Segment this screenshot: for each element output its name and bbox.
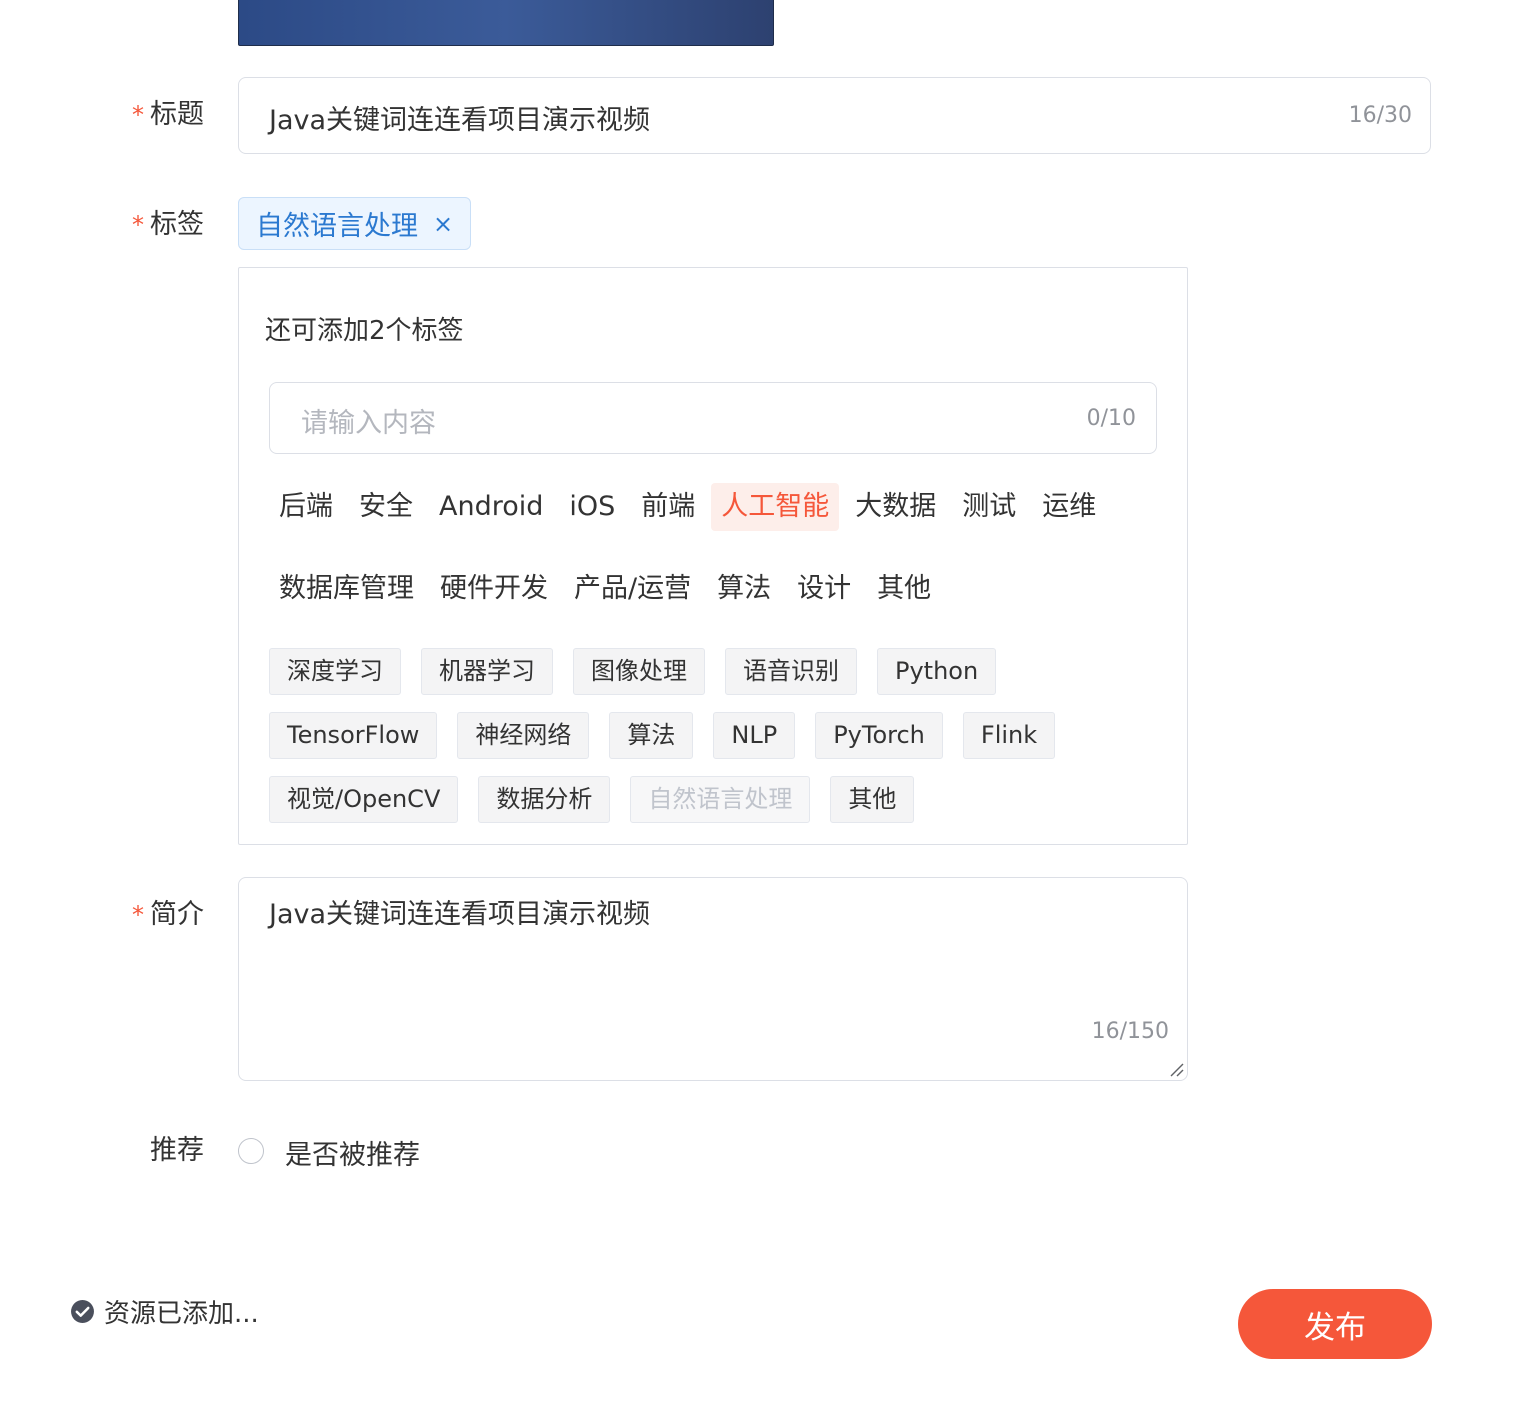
tag-input-counter: 0/10 — [1086, 406, 1136, 431]
title-label: * 标题 — [132, 97, 204, 133]
subtag-item[interactable]: 算法 — [609, 712, 694, 759]
close-icon[interactable]: × — [433, 210, 453, 238]
subtag-item[interactable]: TensorFlow — [269, 712, 438, 759]
category-big-data[interactable]: 大数据 — [845, 483, 946, 531]
category-backend[interactable]: 后端 — [269, 483, 343, 531]
subtag-item[interactable]: 其他 — [830, 776, 915, 823]
subtag-item[interactable]: Flink — [962, 712, 1056, 759]
tag-picker-panel: 还可添加2个标签 请输入内容 0/10 后端 安全 Android iOS 前端… — [238, 267, 1188, 845]
tag-search-placeholder: 请输入内容 — [301, 408, 436, 439]
category-hardware[interactable]: 硬件开发 — [430, 565, 558, 613]
recommend-label: 推荐 — [150, 1135, 204, 1166]
upload-status: 资源已添加... — [70, 1293, 259, 1330]
subtag-list: 深度学习 机器学习 图像处理 语音识别 Python TensorFlow 神经… — [269, 648, 1159, 823]
recommend-radio[interactable] — [238, 1138, 264, 1164]
upload-status-text: 资源已添加... — [104, 1299, 259, 1329]
subtag-item[interactable]: 数据分析 — [478, 776, 611, 823]
title-label-text: 标题 — [150, 99, 204, 130]
category-other[interactable]: 其他 — [867, 565, 941, 613]
tag-search-input[interactable]: 请输入内容 0/10 — [269, 382, 1157, 454]
tags-label-text: 标签 — [150, 209, 204, 240]
category-row-2: 数据库管理 硬件开发 产品/运营 算法 设计 其他 — [269, 565, 941, 613]
category-ai[interactable]: 人工智能 — [711, 483, 840, 531]
category-design[interactable]: 设计 — [787, 565, 861, 613]
description-textarea[interactable]: Java关键词连连看项目演示视频 16/150 — [238, 877, 1188, 1081]
check-circle-icon — [71, 1300, 94, 1323]
title-input[interactable]: Java关键词连连看项目演示视频 16/30 — [238, 77, 1431, 154]
required-mark: * — [132, 101, 144, 129]
selected-tag-chip: 自然语言处理 × — [238, 197, 471, 250]
publish-button[interactable]: 发布 — [1238, 1289, 1432, 1359]
description-value: Java关键词连连看项目演示视频 — [269, 899, 651, 930]
category-frontend[interactable]: 前端 — [631, 483, 705, 531]
video-thumbnail — [238, 0, 774, 46]
category-row-1: 后端 安全 Android iOS 前端 人工智能 大数据 测试 运维 — [269, 483, 1106, 531]
selected-tag-text: 自然语言处理 — [256, 211, 418, 242]
subtag-item[interactable]: 语音识别 — [725, 648, 857, 695]
subtag-item-disabled: 自然语言处理 — [630, 776, 811, 823]
category-ops[interactable]: 运维 — [1032, 483, 1106, 531]
title-input-value: Java关键词连连看项目演示视频 — [269, 105, 651, 136]
category-product[interactable]: 产品/运营 — [564, 565, 701, 613]
required-mark: * — [132, 901, 144, 929]
category-testing[interactable]: 测试 — [952, 483, 1026, 531]
subtag-item[interactable]: 机器学习 — [421, 648, 553, 695]
subtag-item[interactable]: 视觉/OpenCV — [269, 776, 459, 823]
tags-label: * 标签 — [132, 207, 204, 243]
subtag-item[interactable]: NLP — [713, 712, 796, 759]
category-android[interactable]: Android — [429, 483, 553, 531]
category-security[interactable]: 安全 — [349, 483, 423, 531]
category-ios[interactable]: iOS — [559, 483, 625, 531]
category-database[interactable]: 数据库管理 — [269, 565, 424, 613]
desc-label-text: 简介 — [150, 899, 204, 930]
description-char-counter: 16/150 — [1091, 1019, 1169, 1044]
subtag-item[interactable]: 神经网络 — [457, 712, 590, 759]
subtag-item[interactable]: 图像处理 — [573, 648, 705, 695]
recommend-option-label[interactable]: 是否被推荐 — [285, 1133, 420, 1172]
category-algorithm[interactable]: 算法 — [707, 565, 781, 613]
subtag-item[interactable]: 深度学习 — [269, 648, 401, 695]
resize-handle-icon[interactable] — [1169, 1062, 1185, 1078]
title-char-counter: 16/30 — [1348, 103, 1412, 128]
required-mark: * — [132, 211, 144, 239]
subtag-item[interactable]: PyTorch — [815, 712, 943, 759]
desc-label: * 简介 — [132, 897, 204, 933]
tag-hint: 还可添加2个标签 — [265, 316, 464, 346]
subtag-item[interactable]: Python — [877, 648, 997, 695]
